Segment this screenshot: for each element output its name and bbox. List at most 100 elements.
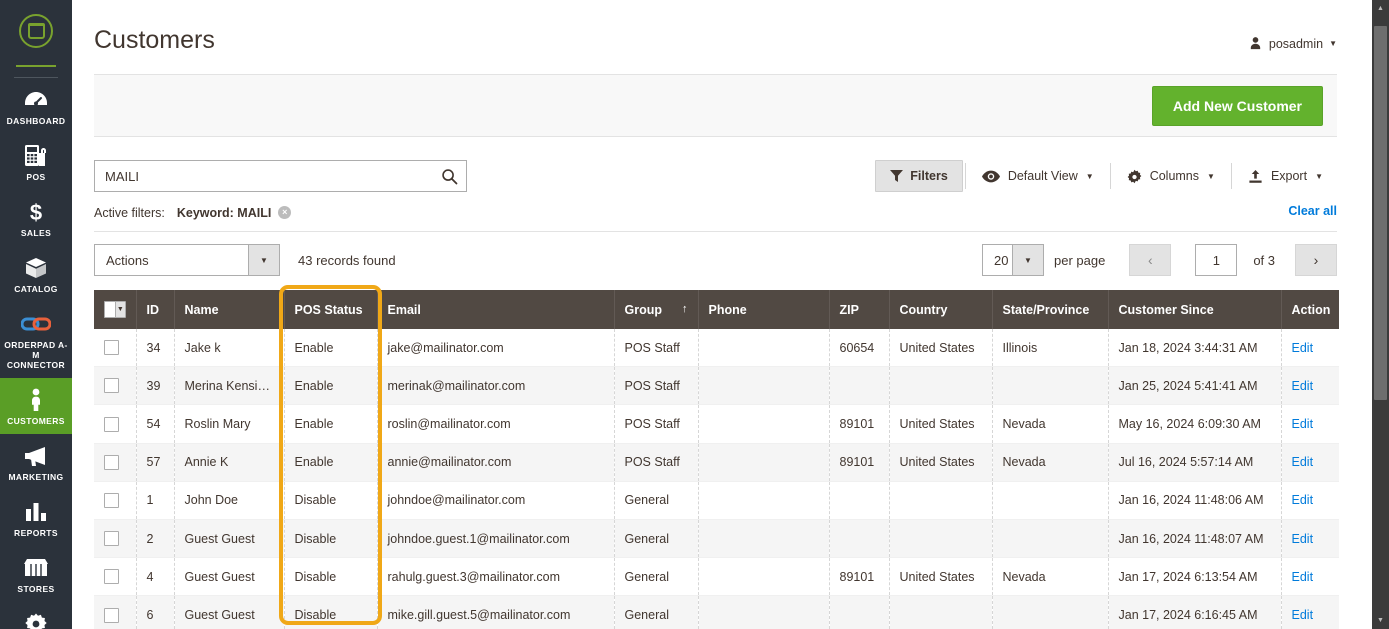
row-checkbox-cell[interactable] bbox=[94, 595, 137, 629]
sidebar-item-sales[interactable]: $ SALES bbox=[0, 190, 72, 246]
search-input[interactable] bbox=[105, 168, 441, 184]
edit-link[interactable]: Edit bbox=[1292, 379, 1314, 393]
actions-dropdown[interactable]: Actions ▼ bbox=[94, 244, 280, 276]
column-header-customer-since[interactable]: Customer Since bbox=[1108, 290, 1282, 329]
table-row[interactable]: 54 Roslin Mary Enable roslin@mailinator.com… bbox=[94, 404, 1339, 444]
row-checkbox-cell[interactable] bbox=[94, 443, 137, 482]
column-header-checkbox[interactable]: ▼ bbox=[94, 290, 137, 329]
column-header-id[interactable]: ID bbox=[136, 290, 175, 329]
chevron-down-icon[interactable]: ▼ bbox=[115, 301, 126, 318]
edit-link[interactable]: Edit bbox=[1292, 608, 1314, 622]
column-header-group[interactable]: Group ↑ bbox=[614, 290, 699, 329]
row-checkbox[interactable] bbox=[104, 569, 119, 585]
logo-underline bbox=[16, 65, 56, 67]
row-checkbox[interactable] bbox=[104, 531, 119, 547]
cell-action[interactable]: Edit bbox=[1281, 595, 1339, 629]
row-checkbox-cell[interactable] bbox=[94, 366, 137, 406]
filters-button[interactable]: Filters bbox=[875, 160, 963, 192]
total-pages-label: of 3 bbox=[1253, 252, 1275, 268]
column-header-email[interactable]: Email bbox=[377, 290, 615, 329]
chain-link-icon bbox=[2, 311, 70, 337]
edit-link[interactable]: Edit bbox=[1292, 341, 1314, 355]
column-header-country[interactable]: Country bbox=[889, 290, 993, 329]
column-header-zip[interactable]: ZIP bbox=[829, 290, 890, 329]
sidebar-item-catalog[interactable]: CATALOG bbox=[0, 246, 72, 302]
column-header-pos-status[interactable]: POS Status bbox=[284, 290, 378, 329]
row-checkbox-cell[interactable] bbox=[94, 519, 137, 559]
edit-link[interactable]: Edit bbox=[1292, 532, 1314, 546]
cell-zip bbox=[829, 481, 890, 521]
row-checkbox-cell[interactable] bbox=[94, 329, 137, 368]
default-view-button[interactable]: Default View ▼ bbox=[968, 160, 1108, 192]
search-icon[interactable] bbox=[441, 168, 458, 185]
table-row[interactable]: 1 John Doe Disable johndoe@mailinator.com Ge… bbox=[94, 481, 1339, 521]
row-checkbox-cell[interactable] bbox=[94, 481, 137, 521]
cell-action[interactable]: Edit bbox=[1281, 366, 1339, 406]
chevron-down-icon[interactable]: ▼ bbox=[1011, 245, 1043, 275]
column-header-name[interactable]: Name bbox=[174, 290, 285, 329]
row-checkbox-cell[interactable] bbox=[94, 404, 137, 444]
cell-phone bbox=[698, 595, 830, 629]
cell-action[interactable]: Edit bbox=[1281, 519, 1339, 559]
cell-action[interactable]: Edit bbox=[1281, 481, 1339, 521]
sidebar-item-reports[interactable]: REPORTS bbox=[0, 490, 72, 546]
active-filters-label: Active filters: bbox=[94, 205, 165, 220]
cell-country bbox=[889, 366, 993, 406]
sidebar-item-label: REPORTS bbox=[14, 528, 58, 538]
sidebar-item-orderpad-connector[interactable]: ORDERPAD A-M CONNECTOR bbox=[0, 302, 72, 378]
sidebar-item-dashboard[interactable]: DASHBOARD bbox=[0, 78, 72, 134]
cell-action[interactable]: Edit bbox=[1281, 329, 1339, 368]
edit-link[interactable]: Edit bbox=[1292, 493, 1314, 507]
column-header-state[interactable]: State/Province bbox=[992, 290, 1109, 329]
sidebar-item-marketing[interactable]: MARKETING bbox=[0, 434, 72, 490]
page-scrollbar[interactable]: ▲ ▼ bbox=[1372, 0, 1389, 629]
per-page-dropdown[interactable]: 20 ▼ bbox=[981, 244, 1044, 276]
cell-pos-status: Enable bbox=[284, 443, 378, 482]
edit-link[interactable]: Edit bbox=[1292, 417, 1314, 431]
table-row[interactable]: 34 Jake k Enable jake@mailinator.com POS Sta… bbox=[94, 329, 1339, 368]
search-box[interactable] bbox=[94, 160, 467, 192]
sidebar-item-pos[interactable]: POS bbox=[0, 134, 72, 190]
row-checkbox[interactable] bbox=[104, 454, 119, 470]
scrollbar-thumb[interactable] bbox=[1374, 26, 1387, 400]
select-all-checkbox[interactable] bbox=[104, 301, 116, 318]
next-page-button[interactable]: › bbox=[1295, 244, 1337, 276]
table-row[interactable]: 57 Annie K Enable annie@mailinator.com POS S… bbox=[94, 443, 1339, 482]
prev-page-button[interactable]: ‹ bbox=[1129, 244, 1172, 276]
edit-link[interactable]: Edit bbox=[1292, 570, 1314, 584]
page-actions-bar: Add New Customer bbox=[94, 74, 1337, 137]
cell-action[interactable]: Edit bbox=[1281, 557, 1339, 597]
sidebar-item-system[interactable]: SYSTEM bbox=[0, 602, 72, 629]
cell-id: 2 bbox=[136, 519, 175, 559]
close-icon[interactable]: × bbox=[278, 206, 292, 219]
row-checkbox[interactable] bbox=[104, 378, 119, 394]
edit-link[interactable]: Edit bbox=[1292, 455, 1314, 469]
scroll-down-arrow-icon[interactable]: ▼ bbox=[1372, 612, 1389, 629]
export-button[interactable]: Export ▼ bbox=[1234, 160, 1337, 192]
row-checkbox[interactable] bbox=[104, 493, 119, 509]
row-checkbox[interactable] bbox=[104, 416, 119, 432]
cell-email: annie@mailinator.com bbox=[377, 443, 615, 482]
current-page-input[interactable]: 1 bbox=[1195, 244, 1238, 276]
table-row[interactable]: 39 Merina Kensium Enable merinak@mailinator… bbox=[94, 366, 1339, 406]
row-checkbox[interactable] bbox=[104, 340, 119, 356]
table-row[interactable]: 2 Guest Guest Disable johndoe.guest.1@maili… bbox=[94, 519, 1339, 559]
cell-action[interactable]: Edit bbox=[1281, 443, 1339, 482]
table-row[interactable]: 4 Guest Guest Disable rahulg.guest.3@mailin… bbox=[94, 557, 1339, 597]
row-checkbox[interactable] bbox=[104, 607, 119, 623]
scroll-up-arrow-icon[interactable]: ▲ bbox=[1372, 0, 1389, 17]
magento-logo-icon[interactable] bbox=[0, 0, 72, 62]
admin-user-menu[interactable]: posadmin ▼ bbox=[1248, 36, 1337, 51]
cell-action[interactable]: Edit bbox=[1281, 404, 1339, 444]
sidebar-item-customers[interactable]: CUSTOMERS bbox=[0, 378, 72, 434]
sidebar-item-stores[interactable]: STORES bbox=[0, 546, 72, 602]
column-header-phone[interactable]: Phone bbox=[698, 290, 830, 329]
clear-all-link[interactable]: Clear all bbox=[1288, 204, 1337, 218]
columns-button[interactable]: Columns ▼ bbox=[1113, 160, 1229, 192]
cell-id: 6 bbox=[136, 595, 175, 629]
add-new-customer-button[interactable]: Add New Customer bbox=[1151, 85, 1323, 126]
row-checkbox-cell[interactable] bbox=[94, 557, 137, 597]
chevron-down-icon[interactable]: ▼ bbox=[248, 245, 279, 275]
cell-pos-status: Disable bbox=[284, 481, 378, 521]
table-row[interactable]: 6 Guest Guest Disable mike.gill.guest.5@mai… bbox=[94, 595, 1339, 629]
